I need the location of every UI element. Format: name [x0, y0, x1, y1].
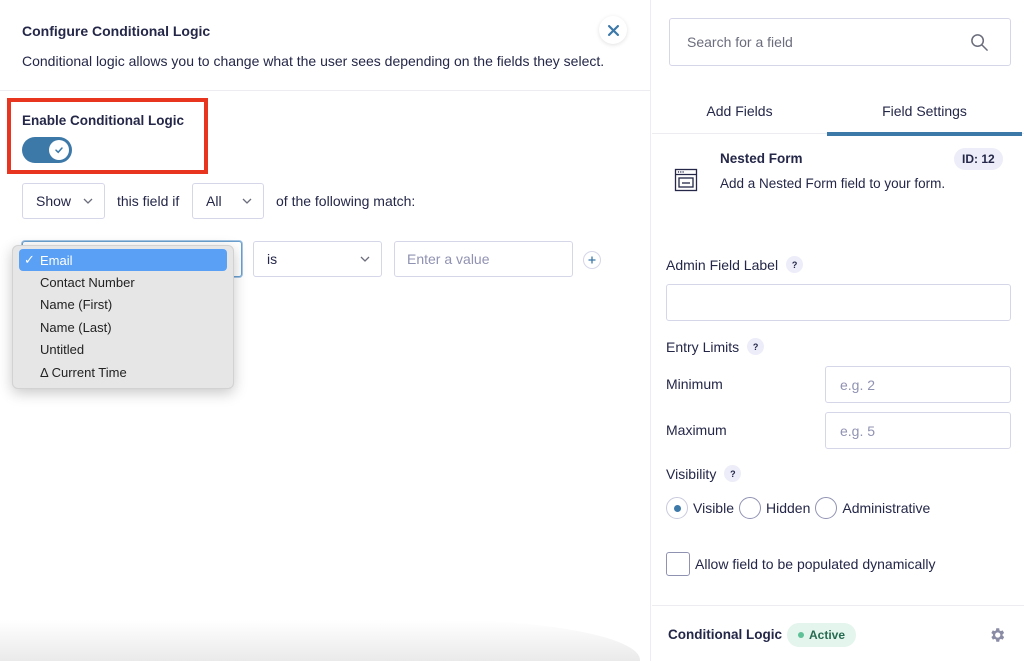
maximum-input[interactable]: e.g. 5: [825, 412, 1011, 449]
chevron-down-icon: [242, 198, 252, 204]
checkmark-icon: [55, 147, 63, 154]
dialog-title: Configure Conditional Logic: [22, 23, 211, 39]
admin-field-label-input[interactable]: [666, 284, 1011, 321]
dropdown-option-label: Email: [40, 252, 73, 268]
plus-icon: [588, 256, 596, 264]
radio-hidden-label[interactable]: Hidden: [766, 500, 810, 516]
conditional-logic-panel: Configure Conditional Logic Conditional …: [0, 0, 651, 661]
tab-field-settings[interactable]: Field Settings: [827, 88, 1022, 136]
conditional-logic-label: Conditional Logic: [668, 627, 782, 642]
maximum-label-text: Maximum: [666, 422, 727, 438]
sidebar-tabs: Add Fields Field Settings: [652, 88, 1024, 136]
help-icon[interactable]: ?: [724, 465, 742, 482]
radio-hidden[interactable]: [739, 497, 761, 519]
status-badge: Active: [787, 623, 857, 647]
dynamic-population-checkbox[interactable]: [666, 552, 690, 576]
help-icon[interactable]: ?: [786, 256, 804, 273]
dropdown-option-label: Δ Current Time: [40, 364, 127, 380]
add-rule-button[interactable]: [583, 251, 601, 269]
search-icon: [971, 34, 988, 51]
dynamic-population-label[interactable]: Allow field to be populated dynamically: [695, 556, 935, 572]
toggle-knob: [49, 140, 69, 160]
dynamic-population-row: Allow field to be populated dynamically: [666, 552, 935, 576]
admin-field-label: Admin Field Label: [666, 256, 779, 273]
logic-type-select[interactable]: All: [192, 183, 264, 219]
following-match-text: of the following match:: [276, 193, 416, 209]
rule-operator-select[interactable]: is: [253, 241, 382, 277]
logic-type-value: All: [206, 193, 222, 209]
gear-icon[interactable]: [988, 626, 1006, 644]
dropdown-option[interactable]: Δ Current Time: [19, 361, 227, 383]
close-icon: [607, 24, 619, 36]
dropdown-option[interactable]: Name (First): [19, 294, 227, 316]
tab-add-fields[interactable]: Add Fields: [652, 88, 827, 134]
dropdown-option-label: Contact Number: [40, 275, 135, 291]
close-button[interactable]: [599, 16, 627, 44]
dropdown-option-label: Untitled: [40, 342, 85, 358]
field-description: Add a Nested Form field to your form.: [720, 176, 946, 191]
field-name: Nested Form: [720, 151, 803, 166]
checkmark-icon: ✓: [24, 252, 35, 267]
visibility-radio-group: Visible Hidden Administrative: [666, 497, 935, 519]
radio-visible[interactable]: [666, 497, 688, 519]
dropdown-option[interactable]: ✓ Email: [19, 249, 227, 272]
dialog-header: Configure Conditional Logic Conditional …: [0, 0, 651, 91]
minimum-input[interactable]: e.g. 2: [825, 366, 1011, 403]
dropdown-option[interactable]: Untitled: [19, 339, 227, 361]
field-id-badge: ID: 12: [954, 148, 1003, 170]
field-settings-sidebar: Search for a field Add Fields Field Sett…: [652, 0, 1024, 661]
search-placeholder: Search for a field: [687, 34, 793, 50]
dropdown-option-label: Name (First): [40, 297, 113, 313]
radio-administrative[interactable]: [815, 497, 838, 519]
maximum-label: Maximum: [666, 422, 727, 438]
rule-operator-value: is: [267, 251, 278, 267]
nested-form-icon: [674, 168, 698, 192]
bottom-shadow: [0, 620, 640, 661]
admin-field-label-row: Admin Field Label ?: [666, 256, 804, 273]
entry-limits-label: Entry Limits: [666, 338, 740, 355]
entry-limits-row: Entry Limits ?: [666, 338, 765, 355]
action-select-value: Show: [36, 193, 72, 209]
radio-administrative-label[interactable]: Administrative: [842, 500, 930, 516]
minimum-label-text: Minimum: [666, 376, 723, 392]
conditional-logic-footer: Conditional Logic Active: [652, 605, 1024, 661]
dropdown-option[interactable]: Name (Last): [19, 316, 227, 338]
visibility-row: Visibility ?: [666, 465, 742, 482]
field-dropdown-menu: ✓ Email Contact Number Name (First) Name…: [12, 245, 234, 389]
enable-conditional-logic-label: Enable Conditional Logic: [22, 113, 184, 128]
minimum-label: Minimum: [666, 376, 723, 392]
visibility-label: Visibility: [666, 465, 717, 482]
rule-value-input[interactable]: Enter a value: [394, 241, 573, 277]
radio-visible-label[interactable]: Visible: [693, 500, 734, 516]
enable-conditional-logic-toggle[interactable]: [22, 137, 72, 163]
help-icon[interactable]: ?: [747, 338, 765, 355]
dropdown-option-label: Name (Last): [40, 319, 112, 335]
chevron-down-icon: [83, 198, 93, 204]
chevron-down-icon: [360, 256, 370, 262]
this-field-if-text: this field if: [117, 193, 180, 209]
action-select[interactable]: Show: [22, 183, 105, 219]
field-search-input[interactable]: Search for a field: [669, 18, 1011, 66]
dropdown-option[interactable]: Contact Number: [19, 271, 227, 293]
dialog-description: Conditional logic allows you to change w…: [22, 53, 605, 69]
